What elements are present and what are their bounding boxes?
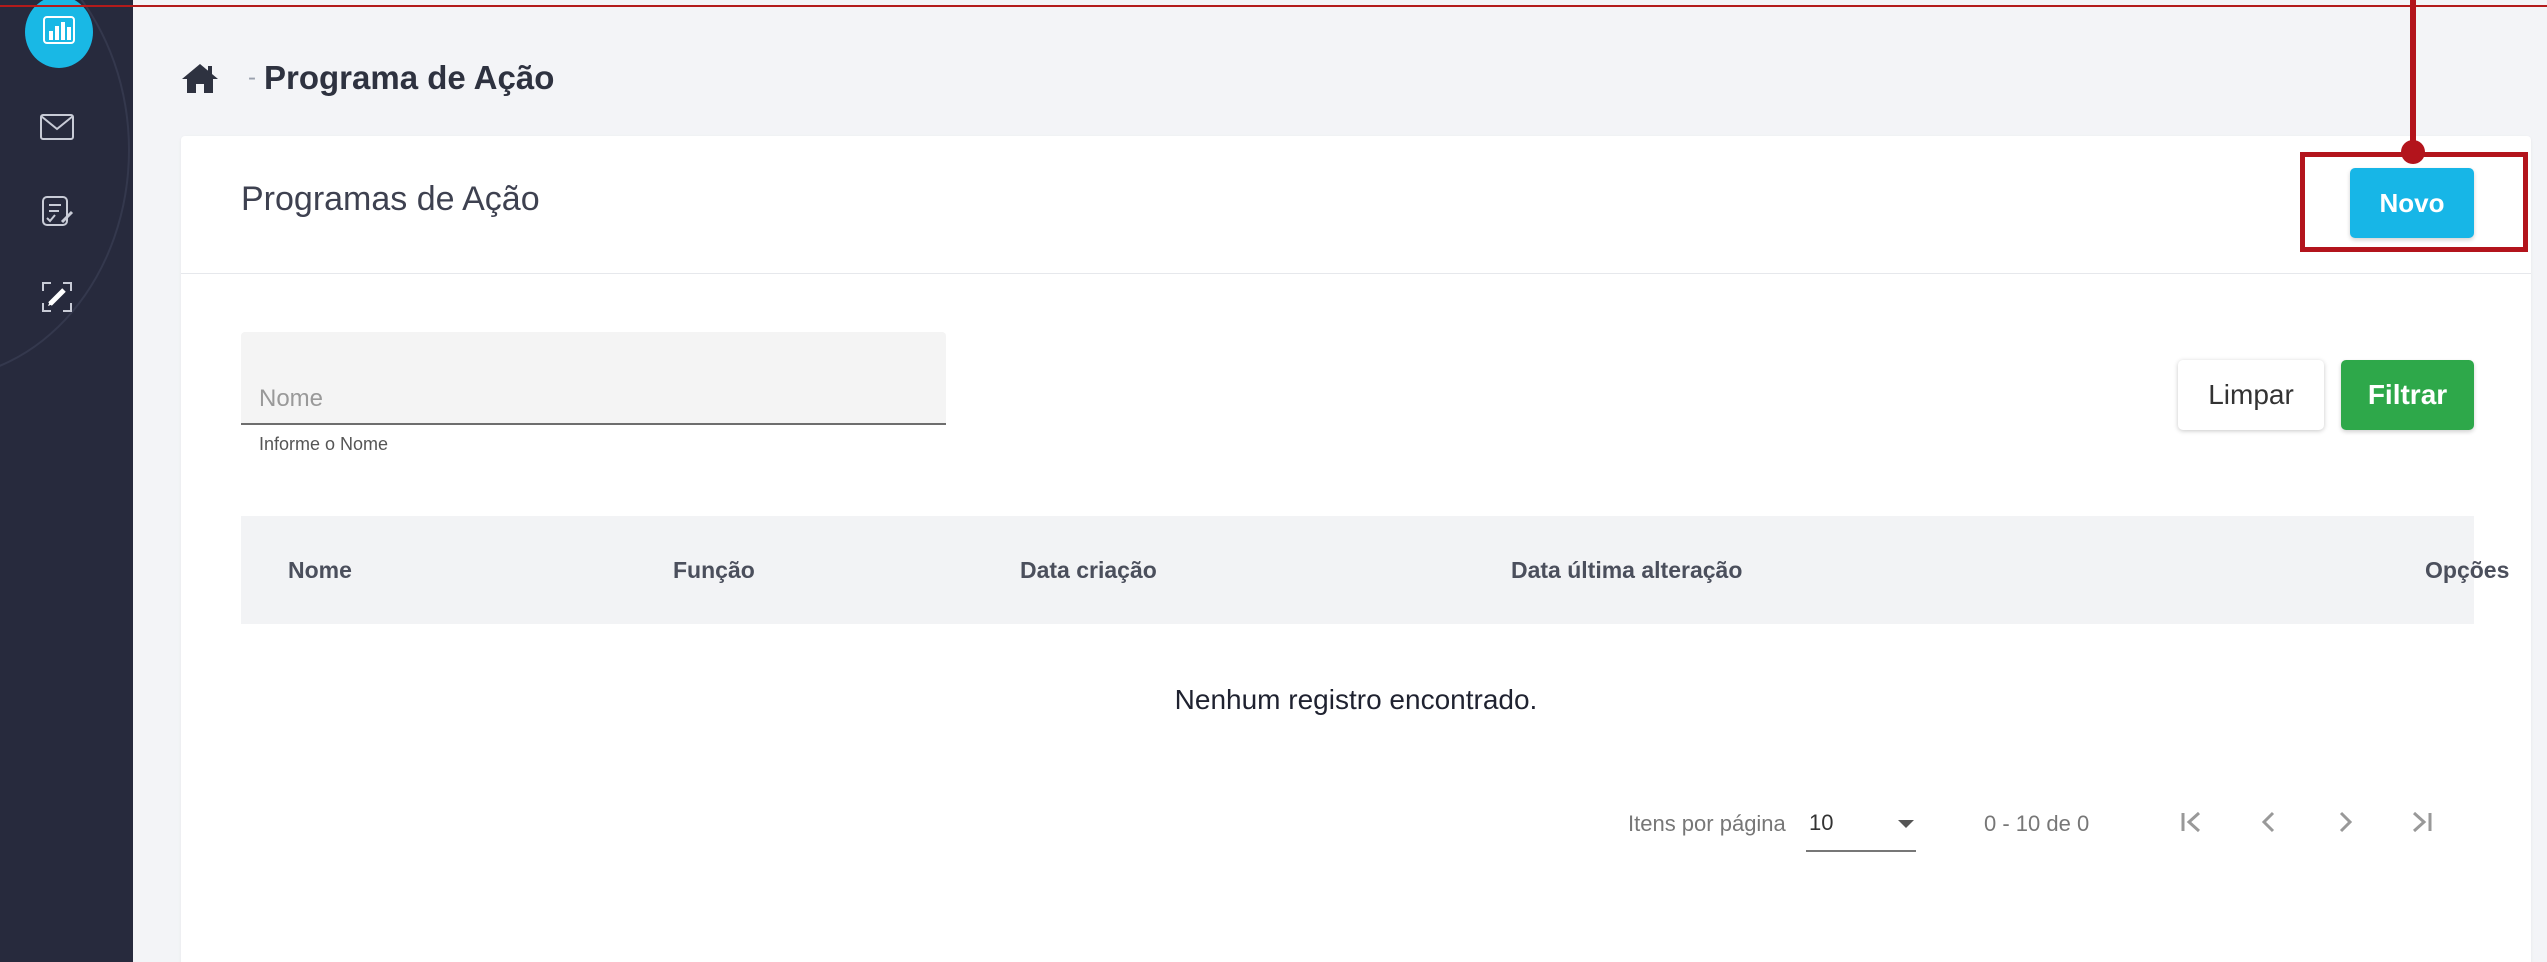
column-header-data-criacao[interactable]: Data criação [1020, 516, 1157, 624]
checklist-edit-icon [40, 194, 74, 233]
items-per-page-label: Itens por página [1628, 811, 1786, 836]
name-hint: Informe o Nome [259, 434, 389, 454]
breadcrumb-separator: - [248, 64, 256, 91]
sidebar-item-messages[interactable] [38, 110, 76, 148]
column-header-opcoes: Opções [2425, 556, 2510, 583]
sidebar-item-tasks[interactable] [38, 194, 76, 232]
bar-chart-icon [42, 15, 76, 50]
first-page-icon [2177, 807, 2207, 842]
column-header-funcao[interactable]: Função [673, 516, 755, 624]
annotation-highlight-box [2300, 152, 2528, 252]
last-page-button[interactable] [2393, 796, 2449, 852]
page-range: 0 - 10 de 0 [1984, 811, 2090, 836]
items-per-page-select[interactable]: 10 [1806, 796, 1916, 852]
clear-button[interactable]: Limpar [2178, 360, 2324, 430]
chevron-left-icon [2254, 807, 2284, 842]
mail-icon [39, 113, 75, 146]
first-page-button[interactable] [2164, 796, 2220, 852]
card-header: Programas de Ação Novo [181, 136, 2531, 274]
breadcrumb: - Programa de Ação [178, 56, 554, 100]
previous-page-button[interactable] [2241, 796, 2297, 852]
annotation-top-line [0, 5, 2547, 7]
pencil-frame-icon [40, 280, 74, 319]
items-per-page-value: 10 [1809, 810, 1834, 835]
name-field[interactable] [241, 332, 946, 425]
table-header: Nome Função Data criação Data última alt… [241, 516, 2509, 624]
dropdown-arrow-icon [1896, 810, 1916, 836]
empty-message: Nenhum registro encontrado. [1174, 684, 1538, 715]
next-page-button[interactable] [2317, 796, 2373, 852]
filter-button[interactable]: Filtrar [2341, 360, 2474, 430]
card-title: Programas de Ação [241, 180, 540, 218]
page-title: Programa de Ação [264, 59, 555, 96]
annotation-pointer-line [2410, 0, 2416, 150]
column-header-nome[interactable]: Nome [288, 516, 352, 624]
sidebar-item-edit[interactable] [38, 280, 76, 318]
home-icon[interactable] [178, 58, 222, 98]
main-card: Programas de Ação Novo Informe o Nome Li… [181, 136, 2531, 962]
last-page-icon [2406, 807, 2436, 842]
chevron-right-icon [2330, 807, 2360, 842]
column-header-data-ultima-alteracao[interactable]: Data última alteração [1511, 516, 1742, 624]
sidebar [0, 0, 133, 962]
name-input[interactable] [241, 332, 946, 423]
